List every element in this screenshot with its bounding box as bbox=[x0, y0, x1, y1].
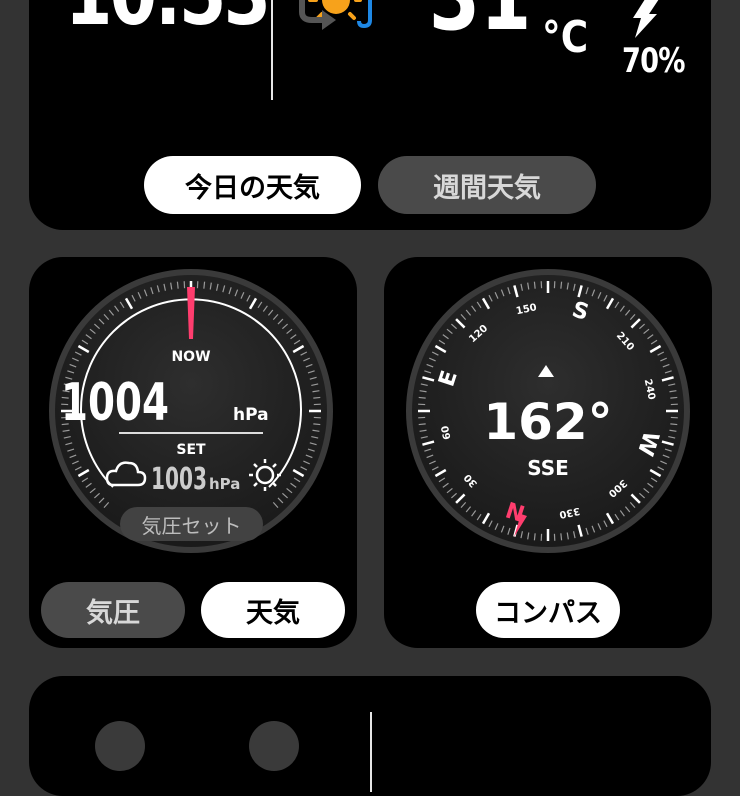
temperature-unit: °C bbox=[542, 16, 588, 60]
tab-weather-label: 天気 bbox=[246, 591, 300, 630]
bottom-icon-right[interactable] bbox=[249, 721, 299, 771]
heading-direction: SSE bbox=[527, 456, 569, 480]
tick-mark bbox=[313, 424, 320, 425]
header-divider bbox=[271, 0, 273, 100]
tick-mark bbox=[419, 397, 426, 398]
tick-mark bbox=[313, 397, 320, 398]
heading-value: 162° bbox=[483, 393, 612, 451]
tab-weekly-weather[interactable]: 週間天気 bbox=[378, 156, 596, 214]
sun-icon bbox=[310, 0, 360, 18]
lightning-icon bbox=[627, 0, 663, 38]
weather-icons bbox=[294, 0, 406, 66]
now-label: NOW bbox=[171, 349, 210, 365]
tick-mark bbox=[534, 533, 535, 540]
tab-today-weather-label: 今日の天気 bbox=[185, 166, 320, 205]
bottom-divider bbox=[370, 712, 372, 792]
compass-panel: 150S210240W300330N3060E120 162° SSE コンパス bbox=[384, 257, 712, 648]
tick-mark bbox=[419, 424, 426, 425]
tab-weekly-weather-label: 週間天気 bbox=[433, 166, 541, 205]
tick-mark bbox=[670, 397, 677, 398]
barometer-panel: NOW 1004 hPa SET 1003 hPa 気圧セット 気圧 天気 bbox=[29, 257, 357, 648]
set-label: SET bbox=[176, 442, 206, 458]
set-pressure-button[interactable]: 気圧セット bbox=[120, 507, 263, 541]
tick-mark bbox=[670, 424, 677, 425]
tick-mark bbox=[177, 282, 178, 289]
pressure-value: 1004 bbox=[61, 373, 169, 433]
clock-time: 10:53 bbox=[65, 0, 269, 38]
tick-mark bbox=[204, 282, 205, 289]
compass-button[interactable]: コンパス bbox=[476, 582, 620, 638]
set-unit: hPa bbox=[209, 475, 240, 493]
tab-weather[interactable]: 天気 bbox=[201, 582, 345, 638]
tab-pressure[interactable]: 気圧 bbox=[41, 582, 185, 638]
tab-today-weather[interactable]: 今日の天気 bbox=[144, 156, 361, 214]
tick-mark bbox=[561, 533, 562, 540]
set-pressure-label: 気圧セット bbox=[142, 510, 242, 539]
compass-button-label: コンパス bbox=[494, 591, 602, 630]
tab-pressure-label: 気圧 bbox=[86, 591, 140, 630]
set-value: 1003 bbox=[151, 462, 207, 497]
bottom-panel bbox=[29, 676, 711, 796]
temperature-value: 31 bbox=[429, 0, 531, 44]
weather-panel: 10:53 31 °C 70% bbox=[29, 0, 711, 230]
tick-mark bbox=[534, 282, 535, 289]
bottom-icon-left[interactable] bbox=[95, 721, 145, 771]
humidity-value: 70% bbox=[622, 44, 685, 78]
pressure-unit: hPa bbox=[233, 405, 269, 425]
tick-mark bbox=[561, 282, 562, 289]
compass-dial: 150S210240W300330N3060E120 162° SSE bbox=[384, 257, 712, 577]
